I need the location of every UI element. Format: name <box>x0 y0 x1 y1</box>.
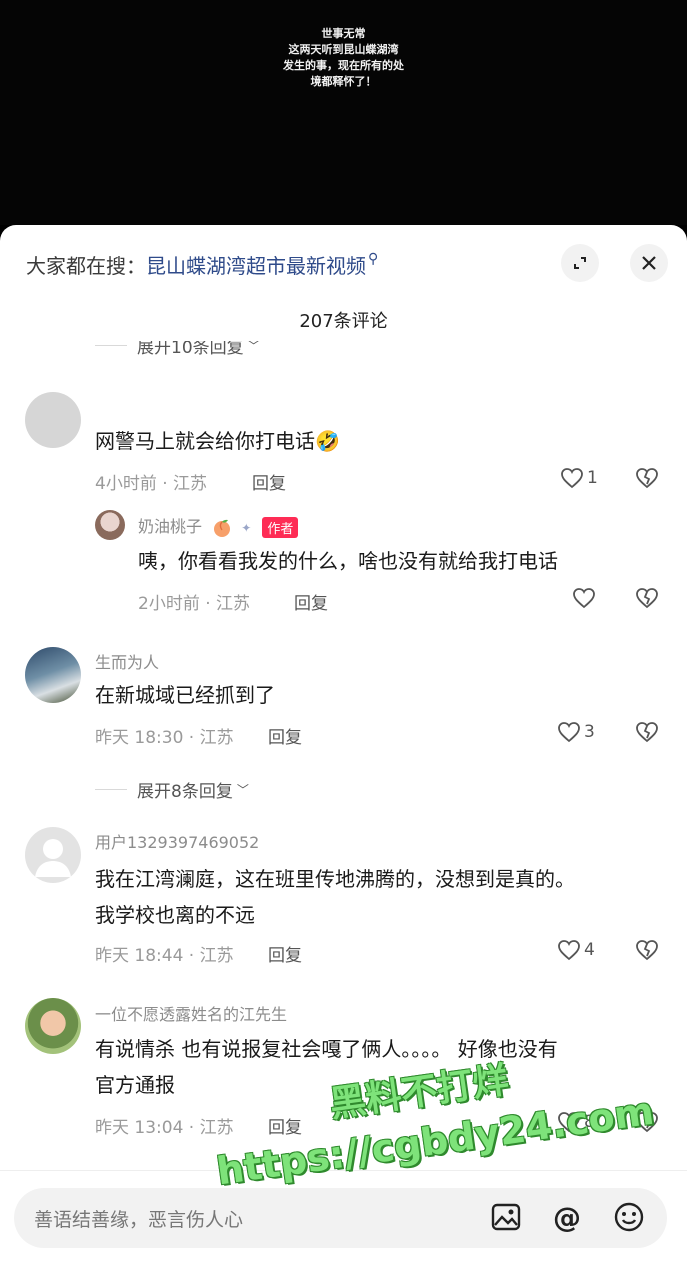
expand-replies-label: 展开10条回复 <box>137 341 244 358</box>
avatar[interactable] <box>25 998 81 1054</box>
chevron-down-icon: ﹀ <box>236 783 249 797</box>
avatar[interactable] <box>25 647 81 703</box>
comment-text: 网警马上就会给你打电话🤣 <box>95 429 340 453</box>
video-area[interactable]: 世事无常 这两天听到昆山蝶湖湾 发生的事，现在所有的处 境都释怀了！ <box>0 0 687 225</box>
video-caption-line: 世事无常 <box>321 27 366 40</box>
heart-icon <box>558 940 580 961</box>
search-icon: ⚲ <box>368 251 379 267</box>
expand-button[interactable] <box>561 244 599 282</box>
reply-username: 奶油桃子 ✦ 作者 <box>138 513 299 538</box>
divider-line <box>95 789 127 790</box>
video-caption-line: 这两天听到昆山蝶湖湾 <box>288 43 399 56</box>
search-suggestion[interactable]: 大家都在搜： 昆山蝶湖湾超市最新视频 ⚲ <box>26 249 378 279</box>
emoji-icon <box>614 1202 644 1232</box>
like-count: 4 <box>584 940 595 960</box>
emoji-button[interactable] <box>613 1201 645 1233</box>
video-caption-line: 发生的事，现在所有的处 <box>283 59 404 72</box>
reply-text: 咦，你看看我发的什么，啥也没有就给我打电话 <box>138 549 558 573</box>
reply-button[interactable]: 回复 <box>252 469 286 494</box>
comment-meta: 昨天 13:04 · 江苏 <box>95 1118 234 1138</box>
divider-line <box>95 344 127 346</box>
at-icon: @ <box>553 1200 581 1234</box>
like-count: 3 <box>584 722 595 742</box>
avatar[interactable] <box>25 392 81 448</box>
dislike-icon <box>636 588 658 609</box>
peach-icon <box>214 519 231 537</box>
comment-username: 生而为人 <box>95 653 160 672</box>
image-icon <box>491 1203 521 1231</box>
comment-text: 在新城域已经抓到了 <box>95 683 275 707</box>
avatar[interactable] <box>25 827 81 883</box>
reply-username-text: 奶油桃子 <box>138 517 203 536</box>
reply-button[interactable]: 回复 <box>268 723 302 748</box>
comment-input-bar: 善语结善缘，恶言伤人心 @ <box>0 1170 687 1280</box>
dislike-icon <box>636 468 658 489</box>
close-button[interactable] <box>630 244 668 282</box>
heart-icon <box>558 722 580 743</box>
author-badge: 作者 <box>262 517 299 538</box>
close-icon <box>642 256 656 270</box>
like-button[interactable]: 4 <box>557 939 595 961</box>
like-count: 1 <box>587 468 598 488</box>
reply-button[interactable]: 回复 <box>294 589 328 614</box>
like-button[interactable]: 3 <box>557 721 595 743</box>
like-button[interactable] <box>572 587 599 609</box>
dislike-button[interactable] <box>635 721 659 747</box>
comment-meta: 4小时前 · 江苏 <box>95 474 208 494</box>
comment-text-line: 我学校也离的不远 <box>95 903 255 927</box>
comment-count: 207条评论 <box>299 311 388 332</box>
default-user-icon <box>35 839 71 877</box>
comment-username: 一位不愿透露姓名的江先生 <box>95 1005 288 1024</box>
sparkle-icon: ✦ <box>241 520 252 535</box>
video-caption-line: 境都释怀了！ <box>310 75 377 88</box>
dislike-button[interactable] <box>635 939 659 965</box>
comment-text-line: 官方通报 <box>95 1073 175 1097</box>
dislike-icon <box>636 940 658 961</box>
mention-button[interactable]: @ <box>551 1200 583 1234</box>
image-button[interactable] <box>490 1201 522 1233</box>
comment-input-placeholder: 善语结善缘，恶言伤人心 <box>34 1209 244 1231</box>
dislike-button[interactable] <box>635 467 659 493</box>
heart-icon <box>561 468 583 489</box>
comment-username: 用户1329397469052 <box>95 833 260 852</box>
comment-text-line: 我在江湾澜庭，这在班里传地沸腾的，没想到是真的。 <box>95 867 575 891</box>
comment-input[interactable]: 善语结善缘，恶言伤人心 @ <box>14 1188 667 1248</box>
video-caption: 世事无常 这两天听到昆山蝶湖湾 发生的事，现在所有的处 境都释怀了！ <box>0 26 687 90</box>
comment-meta: 昨天 18:30 · 江苏 <box>95 728 234 748</box>
reply-avatar[interactable] <box>95 510 125 540</box>
reply-button[interactable]: 回复 <box>268 1113 302 1138</box>
like-button[interactable]: 1 <box>560 467 598 489</box>
chevron-down-icon: ﹀ <box>247 341 260 353</box>
expand-replies-label: 展开8条回复 <box>137 782 233 802</box>
search-query-link[interactable]: 昆山蝶湖湾超市最新视频 <box>146 250 366 279</box>
expand-icon <box>574 257 586 269</box>
reply-button[interactable]: 回复 <box>268 941 302 966</box>
reply-meta: 2小时前 · 江苏 <box>138 594 251 614</box>
dislike-button[interactable] <box>635 587 659 613</box>
search-prefix: 大家都在搜： <box>26 253 146 278</box>
heart-icon <box>573 588 595 609</box>
expand-replies-button[interactable]: 展开10条回复 ﹀ <box>95 341 260 359</box>
dislike-icon <box>636 722 658 743</box>
expand-replies-button[interactable]: 展开8条回复 ﹀ <box>95 777 249 802</box>
comment-meta: 昨天 18:44 · 江苏 <box>95 946 234 966</box>
